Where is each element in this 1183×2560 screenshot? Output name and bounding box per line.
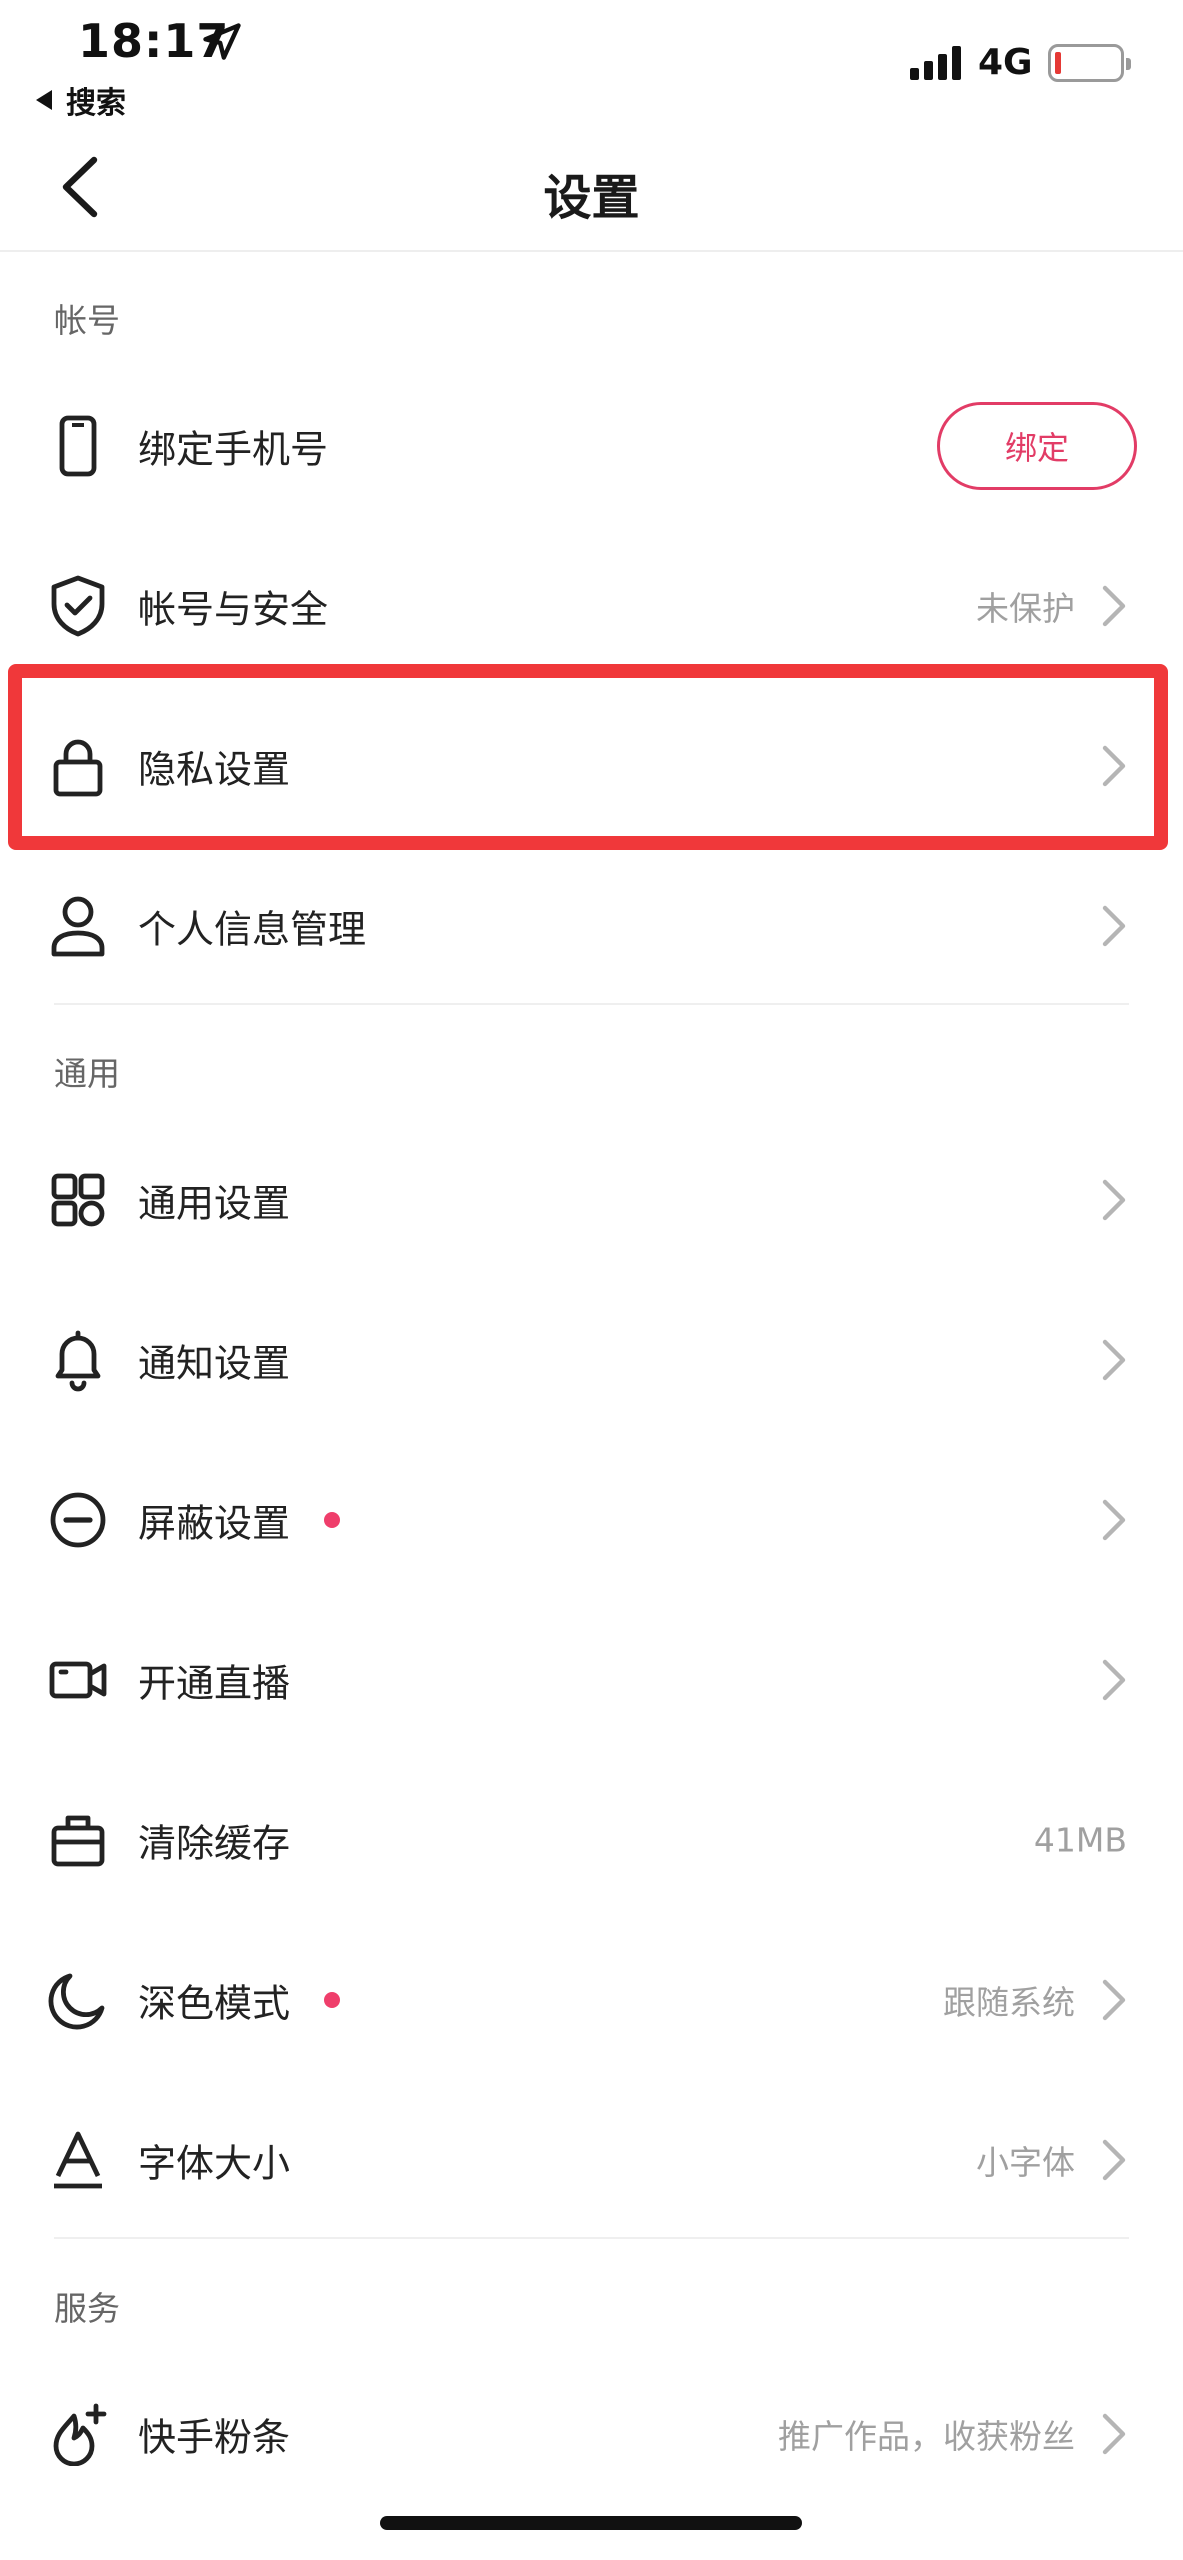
row-label: 通用设置	[138, 1181, 291, 1226]
chevron-right-icon	[1102, 1179, 1126, 1221]
row-label: 绑定手机号	[138, 427, 329, 472]
back-triangle-icon	[36, 90, 52, 110]
row-label: 个人信息管理	[138, 907, 367, 952]
font-size-icon	[54, 2131, 102, 2189]
row-dark-mode[interactable]: 深色模式 跟随系统	[0, 1920, 1183, 2080]
row-personal-info[interactable]: 个人信息管理	[0, 846, 1183, 1006]
bell-icon	[55, 1330, 101, 1392]
row-value: 小字体	[976, 2143, 1075, 2182]
lock-icon	[53, 739, 103, 797]
back-app-label: 搜索	[66, 86, 126, 121]
row-label: 通知设置	[138, 1341, 291, 1386]
grid-icon	[51, 1173, 105, 1227]
row-label: 隐私设置	[138, 747, 291, 792]
flame-plus-icon	[53, 2403, 107, 2466]
chevron-right-icon	[1102, 1979, 1126, 2021]
row-fans-promotion[interactable]: 快手粉条 推广作品，收获粉丝	[0, 2354, 1183, 2514]
row-value: 未保护	[976, 589, 1075, 628]
row-font-size[interactable]: 字体大小 小字体	[0, 2080, 1183, 2240]
home-indicator[interactable]	[380, 2516, 802, 2530]
row-notification-settings[interactable]: 通知设置	[0, 1280, 1183, 1440]
moon-icon	[48, 1973, 105, 2030]
row-label: 帐号与安全	[138, 587, 329, 632]
chevron-right-icon	[1102, 745, 1126, 787]
row-start-live[interactable]: 开通直播	[0, 1600, 1183, 1760]
toolbox-icon	[51, 1815, 105, 1867]
chevron-right-icon	[1102, 1659, 1126, 1701]
row-label: 开通直播	[138, 1661, 291, 1706]
video-camera-icon	[49, 1661, 107, 1699]
row-block-settings[interactable]: 屏蔽设置	[0, 1440, 1183, 1600]
row-account-security[interactable]: 帐号与安全 未保护	[0, 526, 1183, 686]
new-badge-dot	[324, 1992, 340, 2008]
page-title: 设置	[543, 170, 640, 226]
row-bind-phone[interactable]: 绑定手机号 绑定	[0, 366, 1183, 526]
chevron-right-icon	[1102, 1499, 1126, 1541]
row-label: 字体大小	[138, 2141, 291, 2186]
location-arrow-icon	[203, 23, 241, 60]
section-header-account: 帐号	[54, 301, 120, 340]
row-value: 跟随系统	[943, 1983, 1075, 2022]
chevron-right-icon	[1102, 2413, 1126, 2455]
back-to-app-link[interactable]: 搜索	[36, 78, 126, 122]
battery-icon	[1048, 44, 1131, 82]
row-clear-cache[interactable]: 清除缓存 41MB	[0, 1760, 1183, 1920]
row-general-settings[interactable]: 通用设置	[0, 1120, 1183, 1280]
status-bar: 18:17 搜索 4G	[0, 0, 1183, 122]
row-label: 屏蔽设置	[138, 1501, 291, 1546]
row-label: 快手粉条	[138, 2415, 291, 2460]
section-divider	[54, 2237, 1129, 2239]
network-type: 4G	[978, 42, 1033, 83]
battery-level	[1055, 52, 1061, 74]
shield-check-icon	[51, 575, 105, 637]
battery-nub	[1126, 58, 1131, 70]
new-badge-dot	[324, 1512, 340, 1528]
row-label: 清除缓存	[138, 1821, 291, 1866]
row-label: 深色模式	[138, 1981, 291, 2026]
nav-bar: 设置	[0, 130, 1183, 252]
phone-icon	[59, 415, 97, 477]
cellular-signal-icon	[910, 46, 961, 80]
block-icon	[50, 1492, 106, 1548]
chevron-right-icon	[1102, 2139, 1126, 2181]
person-icon	[51, 896, 105, 957]
row-privacy-settings[interactable]: 隐私设置	[0, 686, 1183, 846]
chevron-right-icon	[1102, 585, 1126, 627]
section-header-general: 通用	[54, 1054, 120, 1093]
section-header-services: 服务	[54, 2289, 120, 2328]
bind-phone-button[interactable]: 绑定	[937, 402, 1137, 490]
chevron-right-icon	[1102, 905, 1126, 947]
chevron-right-icon	[1102, 1339, 1126, 1381]
cache-size: 41MB	[1033, 1820, 1127, 1860]
section-divider	[54, 1003, 1129, 1005]
row-value: 推广作品，收获粉丝	[778, 2417, 1075, 2456]
